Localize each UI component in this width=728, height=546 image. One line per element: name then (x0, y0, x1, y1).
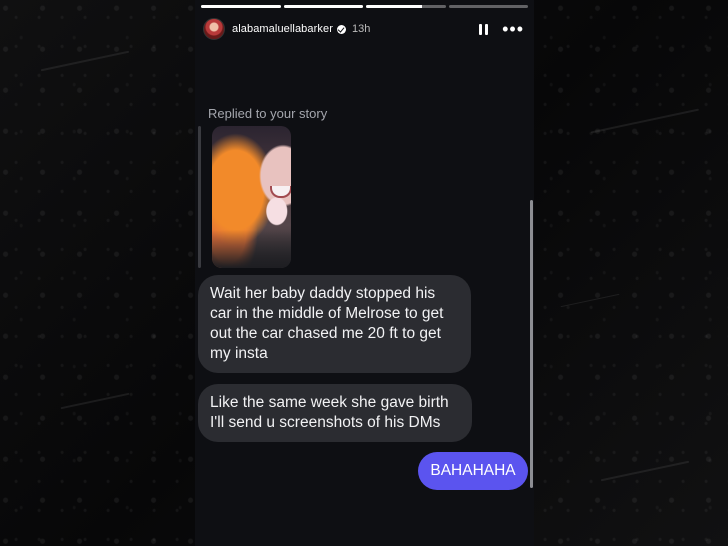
replied-label: Replied to your story (208, 106, 328, 121)
progress-segment (448, 5, 528, 8)
story-progress (201, 5, 528, 8)
post-time: 13h (351, 23, 371, 35)
texture-streak (60, 392, 130, 410)
story-header: alabamaluellabarker 13h ••• (203, 16, 524, 42)
progress-segment (283, 5, 363, 8)
reply-quote-bar (198, 126, 201, 268)
progress-segment (201, 5, 281, 8)
texture-streak (560, 293, 620, 308)
story-thumbnail[interactable] (212, 126, 291, 268)
thumbnail-detail (270, 186, 291, 198)
story-screen: alabamaluellabarker 13h ••• Replied to y… (195, 0, 534, 546)
message-bubble-received[interactable]: Like the same week she gave birth I'll s… (198, 384, 472, 442)
texture-streak (590, 108, 700, 134)
message-bubble-sent[interactable]: BAHAHAHA (418, 452, 528, 490)
avatar[interactable] (203, 18, 225, 40)
thumbnail-shadow (212, 230, 291, 268)
username[interactable]: alabamaluellabarker (232, 23, 333, 35)
texture-streak (600, 460, 690, 482)
progress-segment (366, 5, 446, 8)
verified-badge-icon (336, 24, 346, 34)
message-bubble-received[interactable]: Wait her baby daddy stopped his car in t… (198, 275, 471, 373)
pause-icon[interactable] (479, 23, 489, 35)
texture-streak (40, 50, 130, 72)
more-icon[interactable]: ••• (502, 20, 524, 38)
scrollbar[interactable] (530, 200, 533, 488)
